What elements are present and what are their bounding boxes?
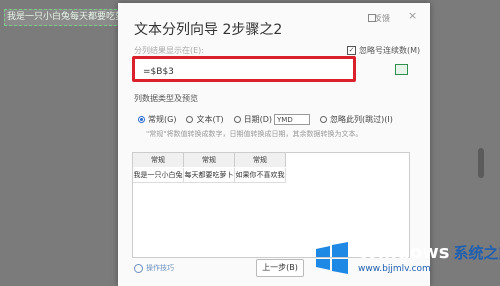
preview-cell: 如果你不喜欢我 <box>235 168 286 183</box>
preview-cell: 每天都要吃萝卜 <box>184 168 235 183</box>
preview-header[interactable]: 常规 <box>133 153 184 167</box>
dialog-title: 文本分列向导 2步骤之2 <box>134 22 283 38</box>
watermark-brand: Windows系统之家 <box>358 242 500 263</box>
scrollbar-handle[interactable] <box>478 148 484 178</box>
preview-header[interactable]: 常规 <box>184 153 235 167</box>
radio-skip-dot[interactable] <box>320 116 327 123</box>
destination-label: 分列结果显示在(E): <box>134 46 204 55</box>
destination-input[interactable]: =$B$3 <box>132 56 356 82</box>
skip-delimiters-checkbox[interactable]: ✓ <box>347 46 356 55</box>
date-format-select[interactable]: YMD <box>274 114 310 125</box>
radio-date-label: 日期(D) <box>243 115 272 124</box>
tips-link[interactable]: 操作技巧 <box>134 263 174 273</box>
watermark: Windows系统之家 www.bjjmlv.com <box>312 241 500 275</box>
watermark-brand-en: Windows <box>358 242 450 263</box>
previous-step-button[interactable]: 上一步(B) <box>256 259 304 277</box>
column-format-label: 列数据类型及预览 <box>134 94 198 103</box>
watermark-text: Windows系统之家 www.bjjmlv.com <box>358 242 500 274</box>
feedback-link[interactable]: 反馈 <box>374 13 390 24</box>
watermark-url: www.bjjmlv.com <box>358 264 431 274</box>
format-hint: "常规"将数值转换成数字，日期值转换成日期，其余数据转换为文本。 <box>146 130 363 138</box>
radio-date[interactable]: 日期(D) YMD <box>233 114 310 125</box>
skip-delimiters-label: 忽略号连续数(M) <box>359 46 421 55</box>
selected-cell[interactable]: 我是一只小白兔每天都要吃萝卜 如 <box>4 9 122 26</box>
range-picker-icon[interactable] <box>395 64 408 75</box>
preview-cell: 我是一只小白兔 <box>133 168 184 183</box>
radio-date-dot[interactable] <box>233 116 241 123</box>
tips-icon <box>134 263 143 273</box>
radio-text-dot[interactable] <box>186 116 194 123</box>
preview-header[interactable]: 常规 <box>235 153 286 167</box>
radio-skip[interactable]: 忽略此列(跳过)(I) <box>320 114 393 125</box>
radio-skip-label: 忽略此列(跳过)(I) <box>330 115 393 124</box>
radio-general-dot[interactable] <box>138 116 145 123</box>
skip-delimiters-option[interactable]: ✓ 忽略号连续数(M) <box>347 45 420 56</box>
radio-general[interactable]: 常规(G) <box>138 114 176 125</box>
tips-label: 操作技巧 <box>146 264 174 272</box>
column-format-options: 常规(G) 文本(T) 日期(D) YMD 忽略此列(跳过)(I) <box>138 114 403 125</box>
watermark-brand-cn: 系统之家 <box>453 244 500 262</box>
radio-general-label: 常规(G) <box>148 115 177 124</box>
close-button[interactable]: × <box>408 10 418 21</box>
radio-text[interactable]: 文本(T) <box>186 114 224 125</box>
windows-logo-icon <box>316 242 348 274</box>
radio-text-label: 文本(T) <box>196 115 224 124</box>
